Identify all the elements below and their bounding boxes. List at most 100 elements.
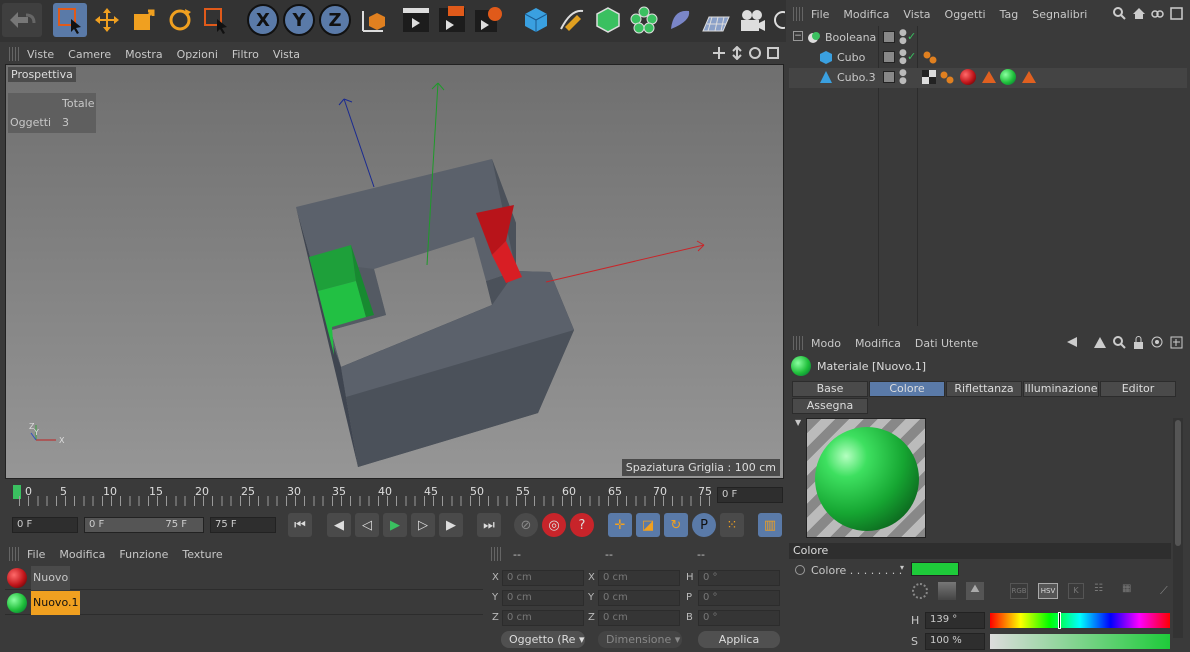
menu-filtro[interactable]: Filtro (232, 48, 259, 61)
camera-icon[interactable] (735, 3, 769, 37)
layer-icon[interactable] (883, 71, 895, 83)
color-swatch[interactable] (911, 562, 959, 576)
coordinate-system-icon[interactable] (355, 3, 389, 37)
next-key-icon[interactable]: ▶ (439, 513, 463, 537)
hue-field[interactable]: 139 ° (925, 612, 985, 629)
rgb-mode-button[interactable]: RGB (1010, 583, 1028, 599)
up-arrow-icon[interactable] (1094, 336, 1107, 349)
search-icon[interactable] (1113, 336, 1126, 349)
timeline-window-icon[interactable]: ▥ (758, 513, 782, 537)
tab-illuminazione[interactable]: Illuminazione (1023, 381, 1099, 397)
hsv-mode-button[interactable]: HSV (1038, 583, 1058, 599)
cloner-icon[interactable] (627, 3, 661, 37)
3d-viewport[interactable]: Z Y X Prospettiva Totale Oggetti 3 Spazi… (5, 64, 784, 479)
maximize-panel-icon[interactable] (1170, 7, 1183, 20)
visibility-dots-icon[interactable]: ● ● (899, 49, 907, 66)
kelvin-mode-button[interactable]: K (1068, 583, 1084, 599)
menu-opzioni[interactable]: Opzioni (177, 48, 218, 61)
tab-editor[interactable]: Editor (1100, 381, 1176, 397)
home-icon[interactable] (1132, 7, 1145, 20)
move-tool-icon[interactable] (90, 3, 124, 37)
subdivision-surface-icon[interactable] (591, 3, 625, 37)
key-scale-icon[interactable]: ◪ (636, 513, 660, 537)
menu-segnalibri[interactable]: Segnalibri (1032, 8, 1087, 21)
scale-tool-icon[interactable] (127, 3, 161, 37)
saturation-slider[interactable] (990, 634, 1170, 649)
go-to-end-icon[interactable]: ⏭ (477, 513, 501, 537)
preview-range-slider[interactable]: 0 F 75 F (84, 517, 204, 533)
back-arrow-icon[interactable] (1066, 336, 1088, 349)
menu-tag[interactable]: Tag (1000, 8, 1019, 21)
pen-spline-icon[interactable] (555, 3, 589, 37)
autokey-icon[interactable]: ◎ (542, 513, 566, 537)
selection-tag-icon[interactable] (981, 70, 997, 84)
cube-object-icon[interactable] (519, 3, 553, 37)
rotation-h-field[interactable]: 0 ° (698, 570, 780, 586)
enabled-check-icon[interactable]: ✓ (907, 50, 916, 63)
rotation-p-field[interactable]: 0 ° (698, 590, 780, 606)
position-x-field[interactable]: 0 cm (502, 570, 584, 586)
menu-vista[interactable]: Vista (273, 48, 300, 61)
panel-grip[interactable] (793, 7, 803, 21)
record-disabled-icon[interactable]: ⊘ (514, 513, 538, 537)
object-row-cubo[interactable]: Cubo ● ● ✓ (789, 48, 1187, 68)
floor-environment-icon[interactable] (699, 3, 733, 37)
tab-colore[interactable]: Colore (869, 381, 945, 397)
menu-camere[interactable]: Camere (68, 48, 111, 61)
menu-modifica[interactable]: Modifica (855, 337, 901, 350)
render-view-icon[interactable] (399, 3, 433, 37)
deformer-icon[interactable] (663, 3, 697, 37)
menu-oggetti[interactable]: Oggetti (945, 8, 986, 21)
mixer-icon[interactable]: ☷ (1094, 583, 1112, 599)
apply-button[interactable]: Applica (698, 631, 780, 648)
start-frame-field[interactable]: 0 F (12, 517, 78, 533)
scrollbar-thumb[interactable] (1175, 420, 1181, 546)
eyedropper-icon[interactable]: ⟋ (1160, 584, 1168, 598)
hue-slider[interactable] (990, 612, 1170, 629)
position-z-field[interactable]: 0 cm (502, 610, 584, 626)
visibility-dots-icon[interactable]: ● ● (899, 69, 907, 86)
layer-icon[interactable] (883, 51, 895, 63)
hue-slider-handle[interactable] (1057, 612, 1061, 629)
next-frame-icon[interactable]: ▷ (411, 513, 435, 537)
menu-funzione[interactable]: Funzione (119, 548, 168, 561)
orbit-icon[interactable] (748, 46, 762, 60)
swatches-icon[interactable]: ▦ (1122, 583, 1140, 599)
render-settings-icon[interactable] (471, 3, 505, 37)
search-icon[interactable] (1113, 7, 1126, 20)
material-tag-red-icon[interactable] (960, 69, 976, 85)
lock-icon[interactable] (1132, 336, 1145, 349)
timeline-ruler[interactable]: 0 5 10 15 20 25 30 35 40 45 50 55 60 65 … (5, 480, 784, 510)
layer-icon[interactable] (883, 31, 895, 43)
key-position-icon[interactable]: ✛ (608, 513, 632, 537)
menu-vista[interactable]: Vista (903, 8, 930, 21)
end-frame-field[interactable]: 75 F (210, 517, 276, 533)
visibility-dots-icon[interactable]: ● ● (899, 29, 907, 46)
color-wheel-icon[interactable] (912, 583, 928, 599)
panel-grip[interactable] (9, 47, 19, 61)
light-icon[interactable] (771, 3, 785, 37)
spectrum-icon[interactable] (938, 582, 956, 600)
phong-tag-icon[interactable] (922, 50, 938, 64)
menu-mostra[interactable]: Mostra (125, 48, 163, 61)
collapse-icon[interactable]: − (793, 31, 803, 41)
target-icon[interactable] (1151, 336, 1164, 349)
uvw-tag-icon[interactable] (922, 70, 936, 84)
menu-file[interactable]: File (811, 8, 829, 21)
maximize-view-icon[interactable] (766, 46, 780, 60)
live-selection-icon[interactable] (53, 3, 87, 37)
size-mode-dropdown[interactable]: Dimensione ▾ (598, 631, 682, 648)
pan-icon[interactable] (712, 46, 726, 60)
current-frame-field[interactable]: 0 F (717, 487, 783, 503)
size-y-field[interactable]: 0 cm (598, 590, 680, 606)
prev-key-icon[interactable]: ◀ (327, 513, 351, 537)
collapse-preview-icon[interactable]: ▼ (795, 418, 801, 427)
x-axis-lock-button[interactable]: X (247, 4, 279, 36)
dropdown-arrow-icon[interactable]: ▾ (900, 563, 904, 572)
key-rotation-icon[interactable]: ↻ (664, 513, 688, 537)
undo-redo-icon[interactable] (2, 3, 42, 37)
tab-assegna[interactable]: Assegna (792, 398, 868, 414)
material-item-selected[interactable]: Nuovo.1 (5, 591, 483, 615)
go-to-start-icon[interactable]: ⏮ (288, 513, 312, 537)
panel-grip[interactable] (491, 547, 501, 561)
